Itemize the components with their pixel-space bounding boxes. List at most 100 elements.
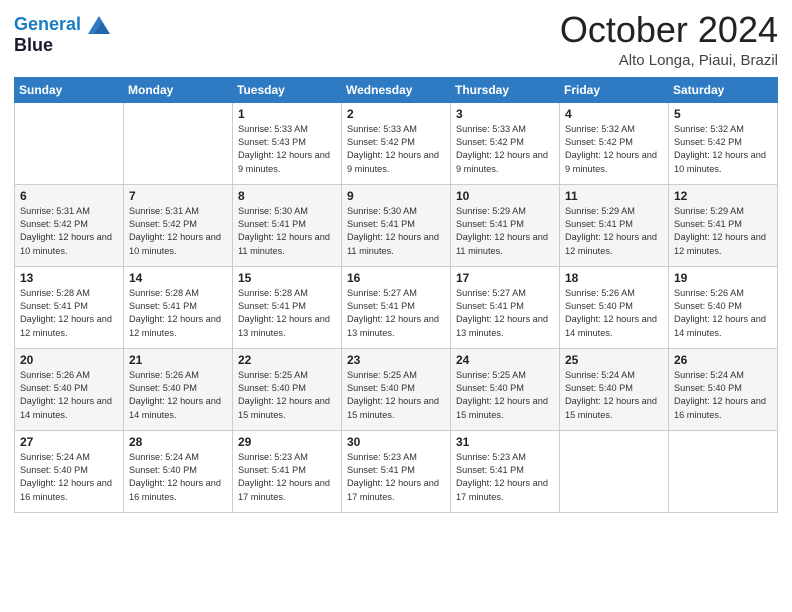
day-cell-1-4: 10 Sunrise: 5:29 AMSunset: 5:41 PMDaylig… xyxy=(451,184,560,266)
day-info: Sunrise: 5:27 AMSunset: 5:41 PMDaylight:… xyxy=(456,287,554,340)
day-number: 15 xyxy=(238,271,336,285)
day-cell-0-3: 2 Sunrise: 5:33 AMSunset: 5:42 PMDayligh… xyxy=(342,102,451,184)
day-number: 2 xyxy=(347,107,445,121)
day-cell-3-3: 23 Sunrise: 5:25 AMSunset: 5:40 PMDaylig… xyxy=(342,348,451,430)
day-info: Sunrise: 5:28 AMSunset: 5:41 PMDaylight:… xyxy=(129,287,227,340)
day-info: Sunrise: 5:24 AMSunset: 5:40 PMDaylight:… xyxy=(565,369,663,422)
day-cell-4-6 xyxy=(669,430,778,512)
day-cell-1-0: 6 Sunrise: 5:31 AMSunset: 5:42 PMDayligh… xyxy=(15,184,124,266)
day-info: Sunrise: 5:26 AMSunset: 5:40 PMDaylight:… xyxy=(674,287,772,340)
day-number: 22 xyxy=(238,353,336,367)
logo-icon xyxy=(88,16,110,34)
day-info: Sunrise: 5:23 AMSunset: 5:41 PMDaylight:… xyxy=(347,451,445,504)
day-number: 24 xyxy=(456,353,554,367)
day-cell-0-5: 4 Sunrise: 5:32 AMSunset: 5:42 PMDayligh… xyxy=(560,102,669,184)
week-row-3: 13 Sunrise: 5:28 AMSunset: 5:41 PMDaylig… xyxy=(15,266,778,348)
day-number: 30 xyxy=(347,435,445,449)
day-info: Sunrise: 5:31 AMSunset: 5:42 PMDaylight:… xyxy=(20,205,118,258)
day-info: Sunrise: 5:25 AMSunset: 5:40 PMDaylight:… xyxy=(456,369,554,422)
week-row-2: 6 Sunrise: 5:31 AMSunset: 5:42 PMDayligh… xyxy=(15,184,778,266)
day-number: 21 xyxy=(129,353,227,367)
day-info: Sunrise: 5:33 AMSunset: 5:42 PMDaylight:… xyxy=(456,123,554,176)
day-info: Sunrise: 5:29 AMSunset: 5:41 PMDaylight:… xyxy=(674,205,772,258)
day-cell-4-3: 30 Sunrise: 5:23 AMSunset: 5:41 PMDaylig… xyxy=(342,430,451,512)
day-cell-3-0: 20 Sunrise: 5:26 AMSunset: 5:40 PMDaylig… xyxy=(15,348,124,430)
header: General Blue October 2024 Alto Longa, Pi… xyxy=(14,10,778,69)
day-info: Sunrise: 5:33 AMSunset: 5:42 PMDaylight:… xyxy=(347,123,445,176)
title-block: October 2024 Alto Longa, Piaui, Brazil xyxy=(560,10,778,69)
day-number: 18 xyxy=(565,271,663,285)
day-number: 8 xyxy=(238,189,336,203)
day-cell-2-3: 16 Sunrise: 5:27 AMSunset: 5:41 PMDaylig… xyxy=(342,266,451,348)
day-number: 16 xyxy=(347,271,445,285)
day-number: 28 xyxy=(129,435,227,449)
day-cell-4-2: 29 Sunrise: 5:23 AMSunset: 5:41 PMDaylig… xyxy=(233,430,342,512)
day-number: 13 xyxy=(20,271,118,285)
day-number: 20 xyxy=(20,353,118,367)
day-cell-2-4: 17 Sunrise: 5:27 AMSunset: 5:41 PMDaylig… xyxy=(451,266,560,348)
day-cell-4-0: 27 Sunrise: 5:24 AMSunset: 5:40 PMDaylig… xyxy=(15,430,124,512)
day-info: Sunrise: 5:27 AMSunset: 5:41 PMDaylight:… xyxy=(347,287,445,340)
day-number: 25 xyxy=(565,353,663,367)
day-cell-2-5: 18 Sunrise: 5:26 AMSunset: 5:40 PMDaylig… xyxy=(560,266,669,348)
day-info: Sunrise: 5:28 AMSunset: 5:41 PMDaylight:… xyxy=(238,287,336,340)
day-number: 6 xyxy=(20,189,118,203)
day-cell-1-3: 9 Sunrise: 5:30 AMSunset: 5:41 PMDayligh… xyxy=(342,184,451,266)
day-cell-3-4: 24 Sunrise: 5:25 AMSunset: 5:40 PMDaylig… xyxy=(451,348,560,430)
day-number: 19 xyxy=(674,271,772,285)
day-info: Sunrise: 5:26 AMSunset: 5:40 PMDaylight:… xyxy=(565,287,663,340)
day-number: 11 xyxy=(565,189,663,203)
day-number: 10 xyxy=(456,189,554,203)
location: Alto Longa, Piaui, Brazil xyxy=(560,52,778,69)
day-cell-3-5: 25 Sunrise: 5:24 AMSunset: 5:40 PMDaylig… xyxy=(560,348,669,430)
day-cell-2-1: 14 Sunrise: 5:28 AMSunset: 5:41 PMDaylig… xyxy=(124,266,233,348)
day-number: 3 xyxy=(456,107,554,121)
day-cell-2-0: 13 Sunrise: 5:28 AMSunset: 5:41 PMDaylig… xyxy=(15,266,124,348)
day-info: Sunrise: 5:33 AMSunset: 5:43 PMDaylight:… xyxy=(238,123,336,176)
header-wednesday: Wednesday xyxy=(342,77,451,102)
page: General Blue October 2024 Alto Longa, Pi… xyxy=(0,0,792,612)
day-cell-4-1: 28 Sunrise: 5:24 AMSunset: 5:40 PMDaylig… xyxy=(124,430,233,512)
day-cell-4-5 xyxy=(560,430,669,512)
day-cell-2-6: 19 Sunrise: 5:26 AMSunset: 5:40 PMDaylig… xyxy=(669,266,778,348)
day-number: 12 xyxy=(674,189,772,203)
day-cell-0-1 xyxy=(124,102,233,184)
header-monday: Monday xyxy=(124,77,233,102)
day-info: Sunrise: 5:24 AMSunset: 5:40 PMDaylight:… xyxy=(674,369,772,422)
day-cell-1-1: 7 Sunrise: 5:31 AMSunset: 5:42 PMDayligh… xyxy=(124,184,233,266)
week-row-4: 20 Sunrise: 5:26 AMSunset: 5:40 PMDaylig… xyxy=(15,348,778,430)
day-info: Sunrise: 5:26 AMSunset: 5:40 PMDaylight:… xyxy=(129,369,227,422)
weekday-header-row: Sunday Monday Tuesday Wednesday Thursday… xyxy=(15,77,778,102)
day-info: Sunrise: 5:25 AMSunset: 5:40 PMDaylight:… xyxy=(238,369,336,422)
logo-blue: Blue xyxy=(14,35,110,56)
header-saturday: Saturday xyxy=(669,77,778,102)
day-cell-3-2: 22 Sunrise: 5:25 AMSunset: 5:40 PMDaylig… xyxy=(233,348,342,430)
day-number: 14 xyxy=(129,271,227,285)
day-info: Sunrise: 5:31 AMSunset: 5:42 PMDaylight:… xyxy=(129,205,227,258)
day-info: Sunrise: 5:23 AMSunset: 5:41 PMDaylight:… xyxy=(238,451,336,504)
day-cell-0-2: 1 Sunrise: 5:33 AMSunset: 5:43 PMDayligh… xyxy=(233,102,342,184)
day-info: Sunrise: 5:30 AMSunset: 5:41 PMDaylight:… xyxy=(238,205,336,258)
header-tuesday: Tuesday xyxy=(233,77,342,102)
day-cell-0-0 xyxy=(15,102,124,184)
day-cell-3-1: 21 Sunrise: 5:26 AMSunset: 5:40 PMDaylig… xyxy=(124,348,233,430)
day-number: 7 xyxy=(129,189,227,203)
header-sunday: Sunday xyxy=(15,77,124,102)
day-info: Sunrise: 5:29 AMSunset: 5:41 PMDaylight:… xyxy=(456,205,554,258)
day-number: 9 xyxy=(347,189,445,203)
day-cell-3-6: 26 Sunrise: 5:24 AMSunset: 5:40 PMDaylig… xyxy=(669,348,778,430)
day-cell-1-6: 12 Sunrise: 5:29 AMSunset: 5:41 PMDaylig… xyxy=(669,184,778,266)
day-info: Sunrise: 5:26 AMSunset: 5:40 PMDaylight:… xyxy=(20,369,118,422)
day-number: 4 xyxy=(565,107,663,121)
logo-general: General xyxy=(14,14,81,34)
header-thursday: Thursday xyxy=(451,77,560,102)
day-cell-1-5: 11 Sunrise: 5:29 AMSunset: 5:41 PMDaylig… xyxy=(560,184,669,266)
week-row-5: 27 Sunrise: 5:24 AMSunset: 5:40 PMDaylig… xyxy=(15,430,778,512)
logo-text: General xyxy=(14,14,110,35)
day-info: Sunrise: 5:32 AMSunset: 5:42 PMDaylight:… xyxy=(674,123,772,176)
day-info: Sunrise: 5:29 AMSunset: 5:41 PMDaylight:… xyxy=(565,205,663,258)
day-number: 27 xyxy=(20,435,118,449)
header-friday: Friday xyxy=(560,77,669,102)
day-info: Sunrise: 5:24 AMSunset: 5:40 PMDaylight:… xyxy=(20,451,118,504)
day-info: Sunrise: 5:23 AMSunset: 5:41 PMDaylight:… xyxy=(456,451,554,504)
